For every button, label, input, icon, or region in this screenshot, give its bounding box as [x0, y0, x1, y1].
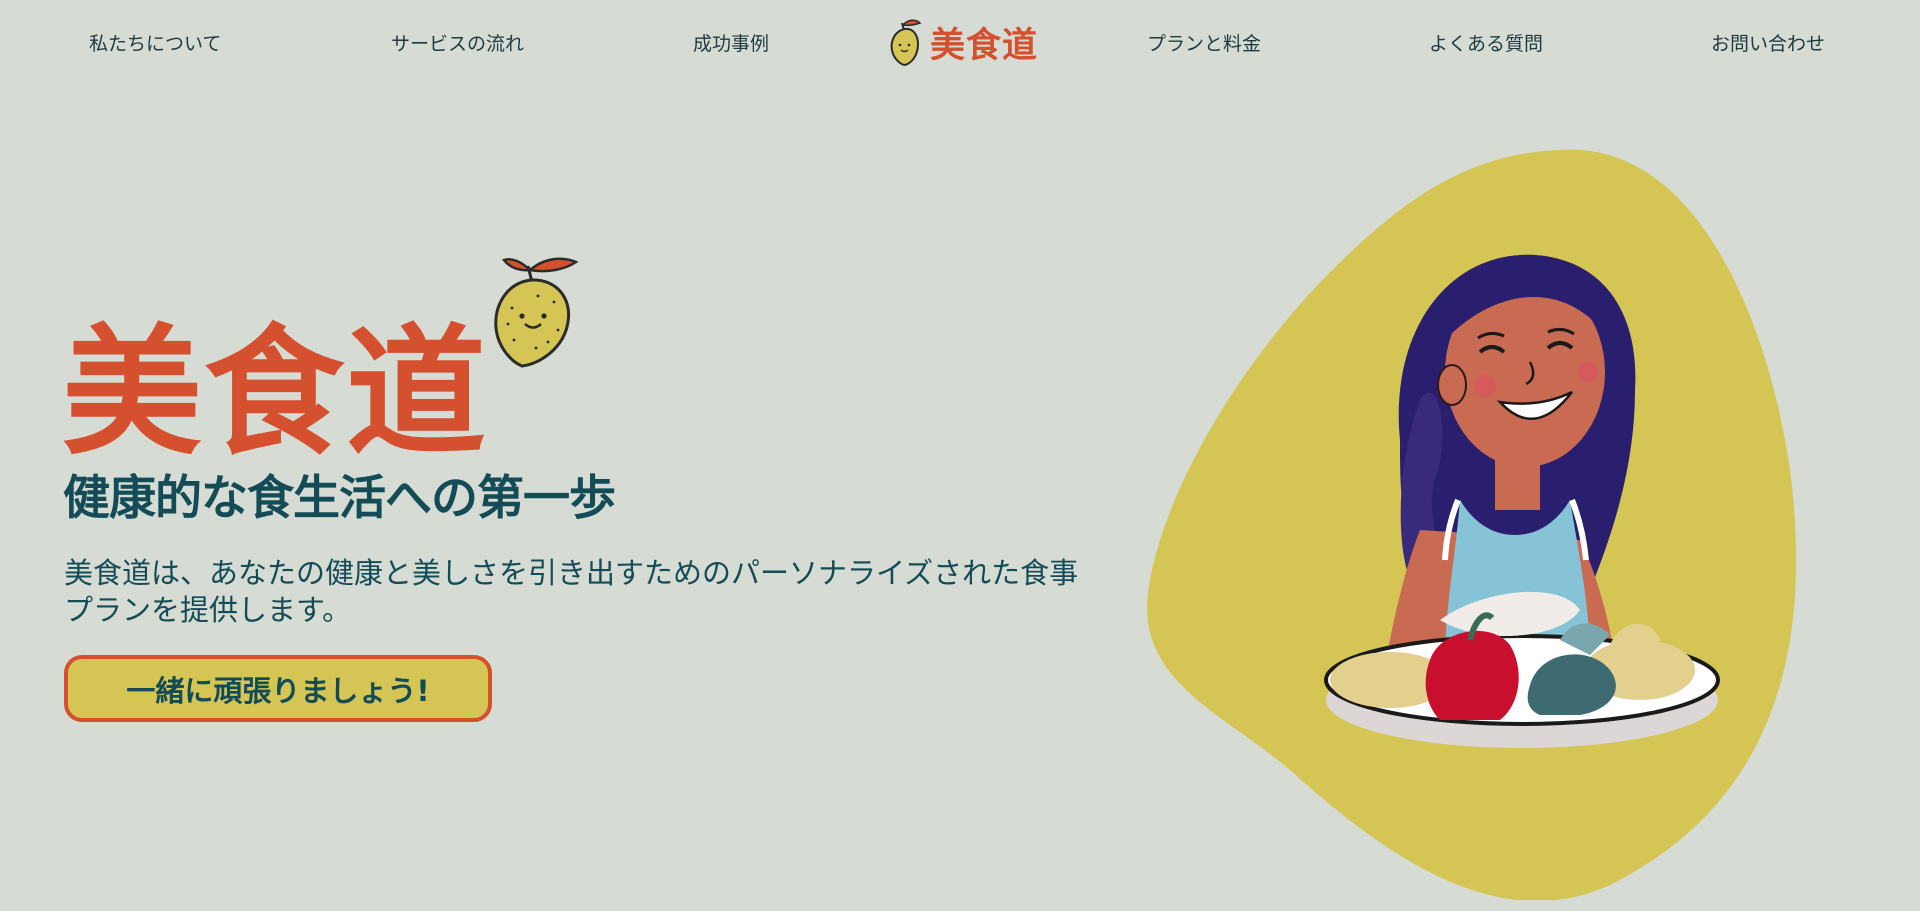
- lemon-icon: [494, 257, 579, 368]
- nav-link-success-stories[interactable]: 成功事例: [693, 29, 769, 56]
- nav-link-about[interactable]: 私たちについて: [89, 29, 221, 56]
- nav-link-faq[interactable]: よくある質問: [1429, 29, 1543, 56]
- nav-link-service-flow[interactable]: サービスの流れ: [391, 29, 524, 56]
- nav-link-contact[interactable]: お問い合わせ: [1711, 29, 1825, 56]
- hero-subtitle: 健康的な食生活への第一歩: [63, 471, 616, 526]
- nav-link-plans-pricing[interactable]: プランと料金: [1147, 29, 1261, 56]
- hero-title: 美食道: [62, 311, 489, 475]
- logo-text: 美食道: [930, 25, 1039, 66]
- lemon-icon: [890, 19, 922, 67]
- hero-description: 美食道は、あなたの健康と美しさを引き出すためのパーソナライズされた食事プランを提…: [64, 556, 1079, 627]
- cta-button[interactable]: 一緒に頑張りましょう!: [64, 655, 492, 722]
- top-navigation: 私たちについて サービスの流れ 成功事例 美食道 プランと料金 よくある質問 お…: [0, 0, 1920, 84]
- hero-illustration: [1147, 149, 1797, 900]
- nav-logo[interactable]: 美食道: [888, 17, 1038, 67]
